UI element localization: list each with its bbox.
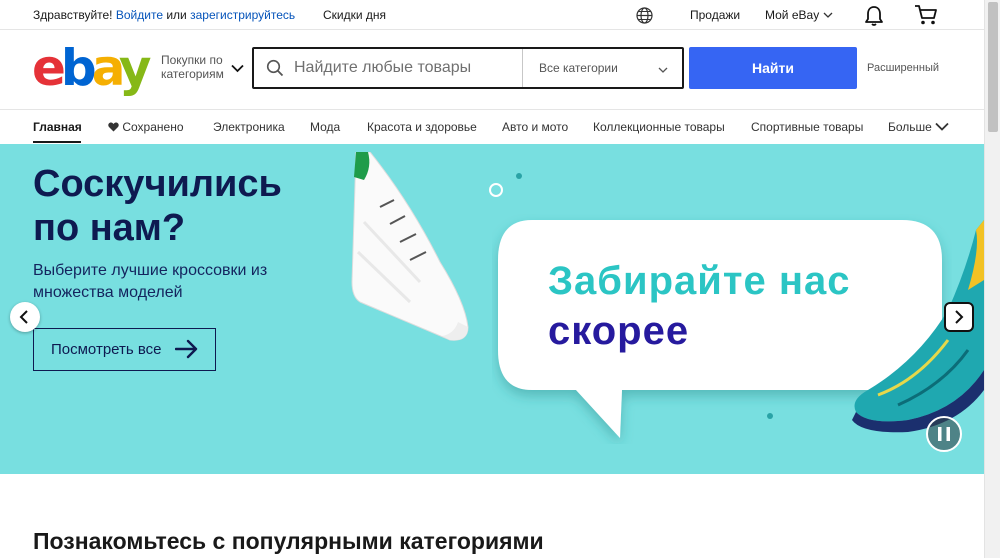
- nav-item-fashion[interactable]: Мода: [310, 120, 340, 134]
- nav-item-more-label: Больше: [888, 120, 932, 134]
- or-text: или: [166, 8, 187, 22]
- pause-icon: [938, 427, 950, 441]
- banner-subtitle: Выберите лучшие кроссовки из множества м…: [33, 262, 268, 301]
- nav-item-electronics[interactable]: Электроника: [213, 120, 285, 134]
- category-nav: Главная Сохранено Электроника Мода Красо…: [0, 110, 984, 144]
- nav-item-saved-label: Сохранено: [122, 120, 184, 134]
- hero-banner: Забирайте нас скорее Соскучились по нам?…: [0, 144, 984, 474]
- banner-title: Соскучились по нам?: [33, 163, 282, 249]
- search-button[interactable]: Найти: [689, 47, 857, 89]
- sign-in-link[interactable]: Войдите: [116, 8, 163, 22]
- active-tab-indicator: [33, 141, 81, 143]
- nav-item-home[interactable]: Главная: [33, 120, 82, 134]
- search-input[interactable]: [294, 49, 522, 87]
- top-utility-bar: Здравствуйте! Войдите или зарегистрируйт…: [0, 0, 984, 30]
- greeting-text: Здравствуйте!: [33, 8, 113, 22]
- globe-icon[interactable]: [636, 7, 653, 27]
- page-scrollbar[interactable]: [984, 0, 1000, 558]
- advanced-search-link[interactable]: Расширенный: [867, 62, 939, 74]
- see-all-button[interactable]: Посмотреть все: [33, 328, 216, 371]
- site-header: ebay Покупки по категориям Все категории…: [0, 30, 984, 110]
- ebay-logo[interactable]: ebay: [32, 39, 152, 97]
- nav-item-auto-moto[interactable]: Авто и мото: [502, 120, 568, 134]
- chevron-down-icon: [658, 63, 668, 77]
- logo-letter-b: b: [60, 39, 97, 97]
- decorative-circle: [489, 183, 503, 197]
- nav-item-saved[interactable]: Сохранено: [108, 120, 184, 134]
- category-select[interactable]: Все категории: [522, 49, 682, 87]
- carousel-next-button[interactable]: [944, 302, 974, 332]
- sell-link[interactable]: Продажи: [690, 8, 740, 22]
- heart-icon: [108, 122, 119, 132]
- chevron-down-icon: [823, 12, 833, 18]
- bell-icon[interactable]: [864, 5, 884, 30]
- bubble-line-2: скорее: [548, 309, 690, 353]
- nav-item-sporting-goods[interactable]: Спортивные товары: [751, 120, 863, 134]
- nav-item-more[interactable]: Больше: [888, 120, 949, 134]
- bubble-text: Забирайте нас скорее: [548, 256, 850, 356]
- search-bar: Все категории: [252, 47, 684, 89]
- greeting-area: Здравствуйте! Войдите или зарегистрируйт…: [33, 8, 295, 22]
- search-icon: [266, 59, 284, 82]
- logo-letter-e: e: [32, 39, 66, 97]
- see-all-label: Посмотреть все: [51, 341, 162, 358]
- arrow-right-icon: [174, 339, 199, 363]
- popular-categories-heading: Познакомьтесь с популярными категориями: [33, 528, 544, 554]
- logo-letter-a: a: [91, 39, 124, 97]
- scrollbar-thumb[interactable]: [988, 2, 998, 132]
- chevron-down-icon: [935, 122, 949, 131]
- nav-item-collectibles[interactable]: Коллекционные товары: [593, 120, 725, 134]
- category-select-value: Все категории: [539, 61, 618, 75]
- cart-icon[interactable]: [914, 4, 938, 29]
- carousel-prev-button[interactable]: [10, 302, 40, 332]
- chevron-down-icon[interactable]: [231, 60, 244, 78]
- decorative-dot: [516, 173, 522, 179]
- shop-by-category-label: Покупки по категориям: [161, 53, 224, 81]
- chevron-left-icon: [19, 310, 28, 324]
- logo-letter-y: y: [118, 39, 152, 97]
- my-ebay-menu[interactable]: Мой eBay: [765, 8, 833, 22]
- my-ebay-label: Мой eBay: [765, 8, 820, 22]
- chevron-right-icon: [955, 310, 964, 324]
- daily-deals-link[interactable]: Скидки дня: [323, 8, 386, 22]
- bubble-line-1: Забирайте нас: [548, 259, 851, 303]
- white-sneaker-image: [351, 152, 469, 341]
- register-link[interactable]: зарегистрируйтесь: [190, 8, 295, 22]
- shop-by-category-button[interactable]: Покупки по категориям: [161, 53, 229, 81]
- carousel-pause-button[interactable]: [926, 416, 962, 452]
- nav-item-beauty-health[interactable]: Красота и здоровье: [367, 120, 477, 134]
